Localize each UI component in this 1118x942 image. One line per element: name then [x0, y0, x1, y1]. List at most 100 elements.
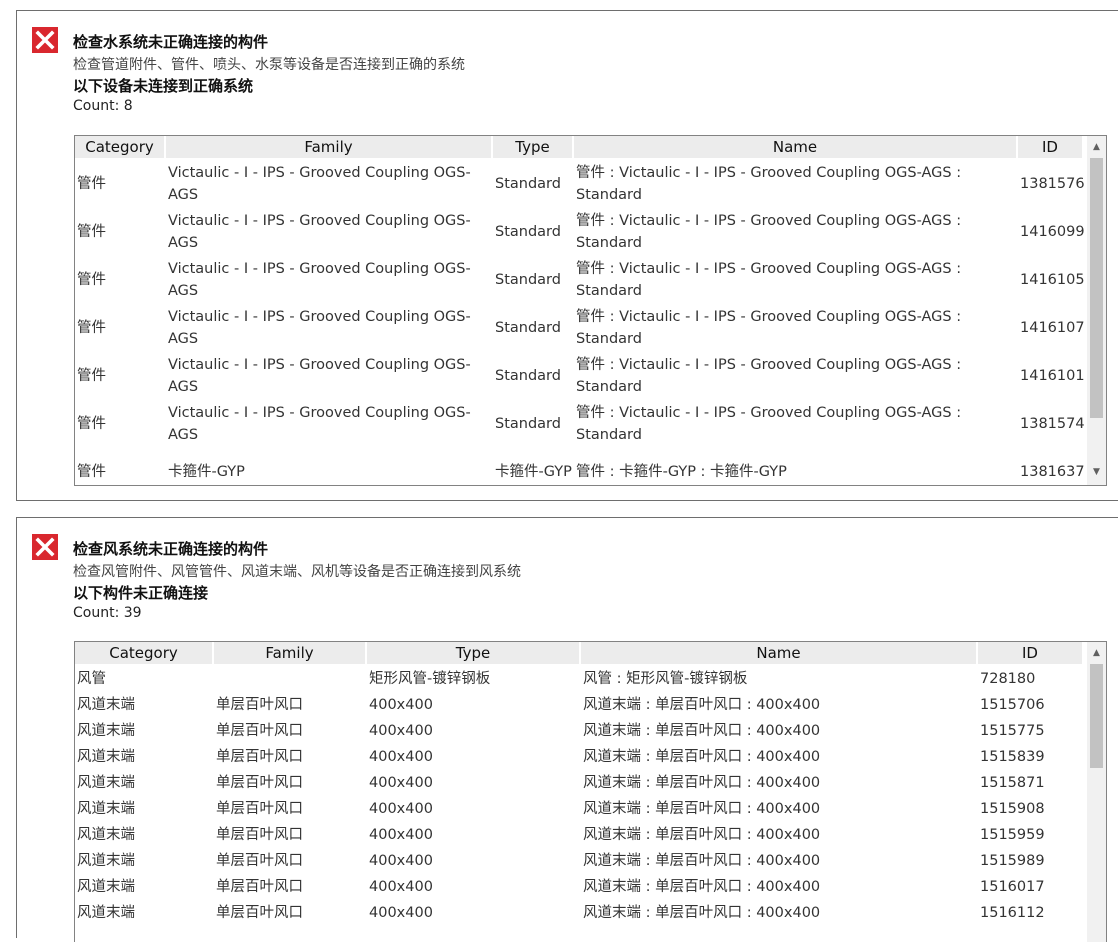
cell-type: Standard — [495, 224, 561, 240]
cell-type: Standard — [495, 176, 561, 192]
cell-family: Victaulic - I - IPS - Grooved Coupling O… — [168, 357, 471, 395]
results-table[interactable]: Category Family Type Name ID 管件 Victaulic… — [74, 135, 1107, 486]
table-row[interactable]: 管件 Victaulic - I - IPS - Grooved Coupling… — [75, 400, 1085, 448]
cell-id: 1516112 — [980, 905, 1045, 921]
cell-type: 400x400 — [369, 879, 433, 895]
table-row[interactable]: 风道末端 单层百叶风口 400x400 风道末端 : 单层百叶风口 : 400x400… — [75, 770, 1085, 796]
column-header-type[interactable]: Type — [367, 642, 581, 664]
error-x-icon — [32, 534, 58, 560]
chevron-up-icon[interactable]: ▲ — [1087, 644, 1106, 663]
table-row[interactable]: 风道末端 单层百叶风口 400x400 风道末端 : 单层百叶风口 : 400x400… — [75, 744, 1085, 770]
table-row[interactable]: 风道末端 单层百叶风口 400x400 风道末端 : 单层百叶风口 : 400x400… — [75, 822, 1085, 848]
cell-type: Standard — [495, 272, 561, 288]
cell-name: 风道末端 : 单层百叶风口 : 400x400 — [583, 723, 821, 739]
chevron-down-icon[interactable]: ▼ — [1087, 463, 1106, 482]
cell-id: 1381576 — [1020, 176, 1084, 192]
results-table[interactable]: Category Family Type Name ID 风管 矩形风管-镀锌钢板… — [74, 641, 1107, 942]
table-row[interactable]: 风道末端 单层百叶风口 400x400 风道末端 : 单层百叶风口 : 400x400… — [75, 692, 1085, 718]
cell-name: 风道末端 : 单层百叶风口 : 400x400 — [583, 827, 821, 843]
cell-id: 1416105 — [1020, 272, 1084, 288]
vertical-scrollbar[interactable]: ▲ — [1087, 642, 1106, 942]
check-description: 检查管道附件、管件、喷头、水泵等设备是否连接到正确的系统 — [73, 57, 465, 73]
cell-name: 管件 : Victaulic - I - IPS - Grooved Coupl… — [576, 165, 962, 203]
result-count: Count: 39 — [73, 605, 142, 621]
cell-category: 管件 — [77, 176, 106, 192]
table-row[interactable]: 风道末端 单层百叶风口 400x400 风道末端 : 单层百叶风口 : 400x400… — [75, 718, 1085, 744]
table-row[interactable]: 风道末端 单层百叶风口 400x400 风道末端 : 单层百叶风口 : 400x400… — [75, 796, 1085, 822]
vertical-scrollbar[interactable]: ▲ ▼ — [1087, 136, 1106, 485]
cell-category: 风道末端 — [77, 749, 135, 765]
column-header-category[interactable]: Category — [75, 136, 166, 158]
table-row[interactable]: 管件 Victaulic - I - IPS - Grooved Coupling… — [75, 160, 1085, 208]
cell-family: 单层百叶风口 — [216, 801, 303, 817]
table-row[interactable]: 风管 矩形风管-镀锌钢板 风管 : 矩形风管-镀锌钢板 728180 — [75, 666, 1085, 692]
column-header-family[interactable]: Family — [214, 642, 367, 664]
cell-type: 400x400 — [369, 723, 433, 739]
cell-type: Standard — [495, 368, 561, 384]
table-row[interactable]: 管件 Victaulic - I - IPS - Grooved Coupling… — [75, 352, 1085, 400]
cell-id: 1381574 — [1020, 416, 1084, 432]
cell-id: 1515839 — [980, 749, 1045, 765]
cell-name: 管件 : Victaulic - I - IPS - Grooved Coupl… — [576, 309, 962, 347]
cell-id: 1516017 — [980, 879, 1045, 895]
cell-type: 400x400 — [369, 827, 433, 843]
cell-id: 1515775 — [980, 723, 1045, 739]
cell-family — [214, 666, 367, 692]
result-subtitle: 以下构件未正确连接 — [73, 584, 209, 602]
cell-family: 单层百叶风口 — [216, 749, 303, 765]
scrollbar-thumb[interactable] — [1090, 664, 1103, 768]
cell-name: 风道末端 : 单层百叶风口 : 400x400 — [583, 697, 821, 713]
table-row[interactable]: 管件 Victaulic - I - IPS - Grooved Coupling… — [75, 304, 1085, 352]
cell-family: 单层百叶风口 — [216, 775, 303, 791]
column-header-type[interactable]: Type — [493, 136, 574, 158]
cell-id: 1515706 — [980, 697, 1045, 713]
cell-id: 728180 — [980, 671, 1036, 687]
cell-family: Victaulic - I - IPS - Grooved Coupling O… — [168, 165, 471, 203]
cell-category: 风道末端 — [77, 775, 135, 791]
table-row[interactable]: 风道末端 单层百叶风口 400x400 风道末端 : 单层百叶风口 : 400x400… — [75, 874, 1085, 900]
cell-family: 单层百叶风口 — [216, 879, 303, 895]
chevron-up-icon[interactable]: ▲ — [1087, 138, 1106, 157]
table-body: 风管 矩形风管-镀锌钢板 风管 : 矩形风管-镀锌钢板 728180 风道末端 单层百叶风… — [75, 666, 1085, 942]
cell-name: 风道末端 : 单层百叶风口 : 400x400 — [583, 905, 821, 921]
cell-name: 风道末端 : 单层百叶风口 : 400x400 — [583, 775, 821, 791]
table-row[interactable]: 风道末端 单层百叶风口 400x400 风道末端 : 单层百叶风口 : 400x400… — [75, 848, 1085, 874]
cell-name: 管件 : Victaulic - I - IPS - Grooved Coupl… — [576, 213, 962, 251]
cell-id: 1416101 — [1020, 368, 1084, 384]
cell-id: 1515959 — [980, 827, 1045, 843]
check-title: 检查风系统未正确连接的构件 — [73, 540, 269, 558]
cell-name: 风道末端 : 单层百叶风口 : 400x400 — [583, 879, 821, 895]
cell-family: 卡箍件-GYP — [168, 464, 245, 480]
column-header-name[interactable]: Name — [581, 642, 978, 664]
column-header-id[interactable]: ID — [1018, 136, 1084, 158]
column-header-name[interactable]: Name — [574, 136, 1018, 158]
table-body: 管件 Victaulic - I - IPS - Grooved Coupling… — [75, 160, 1085, 485]
cell-category: 风道末端 — [77, 853, 135, 869]
cell-type: 400x400 — [369, 801, 433, 817]
column-header-family[interactable]: Family — [166, 136, 493, 158]
cell-family: Victaulic - I - IPS - Grooved Coupling O… — [168, 405, 471, 443]
cell-category: 管件 — [77, 320, 106, 336]
cell-type: 400x400 — [369, 905, 433, 921]
cell-family: 单层百叶风口 — [216, 697, 303, 713]
cell-type: 矩形风管-镀锌钢板 — [369, 671, 491, 687]
table-row[interactable]: 管件 卡箍件-GYP 卡箍件-GYP 管件 : 卡箍件-GYP : 卡箍件-GYP 13… — [75, 448, 1085, 485]
cell-name: 管件 : Victaulic - I - IPS - Grooved Coupl… — [576, 405, 962, 443]
check-title: 检查水系统未正确连接的构件 — [73, 33, 269, 51]
table-row[interactable]: 管件 Victaulic - I - IPS - Grooved Coupling… — [75, 256, 1085, 304]
cell-id: 1515908 — [980, 801, 1045, 817]
cell-id: 1381637 — [1020, 464, 1084, 480]
water-system-check-panel: 检查水系统未正确连接的构件 检查管道附件、管件、喷头、水泵等设备是否连接到正确的… — [16, 10, 1118, 501]
cell-category: 风道末端 — [77, 905, 135, 921]
column-header-category[interactable]: Category — [75, 642, 214, 664]
cell-category: 管件 — [77, 416, 106, 432]
scrollbar-thumb[interactable] — [1090, 158, 1103, 418]
cell-type: Standard — [495, 320, 561, 336]
cell-family: 单层百叶风口 — [216, 853, 303, 869]
table-row[interactable]: 风道末端 单层百叶风口 400x400 风道末端 : 单层百叶风口 : 400x400… — [75, 900, 1085, 926]
column-header-id[interactable]: ID — [978, 642, 1084, 664]
table-row[interactable]: 管件 Victaulic - I - IPS - Grooved Coupling… — [75, 208, 1085, 256]
cell-name: 风道末端 : 单层百叶风口 : 400x400 — [583, 801, 821, 817]
cell-name: 管件 : Victaulic - I - IPS - Grooved Coupl… — [576, 357, 962, 395]
cell-id: 1416107 — [1020, 320, 1084, 336]
